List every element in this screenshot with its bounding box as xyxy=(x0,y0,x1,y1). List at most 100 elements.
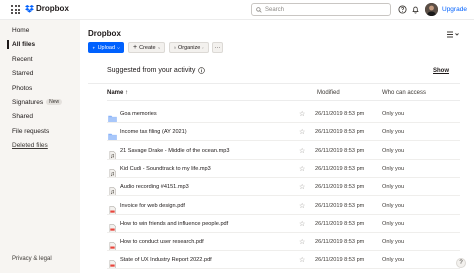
star-icon[interactable]: ☆ xyxy=(299,183,305,192)
view-options-icon[interactable] xyxy=(447,31,459,38)
file-name[interactable]: How to conduct user research.pdf xyxy=(120,239,204,245)
sidebar-item-starred[interactable]: Starred xyxy=(12,70,33,77)
file-modified: 26/11/2019 8:53 pm xyxy=(315,220,365,227)
sidebar-item-recent[interactable]: Recent xyxy=(12,56,33,63)
folder-icon xyxy=(108,110,117,123)
avatar-person-icon xyxy=(425,3,438,16)
pdf-file-icon xyxy=(108,256,117,270)
row-divider xyxy=(107,250,460,252)
create-button[interactable]: + Create xyxy=(128,42,165,53)
audio-file-icon xyxy=(108,183,117,197)
file-name[interactable]: Income tax filing (AY 2021) xyxy=(120,129,187,135)
star-icon[interactable]: ☆ xyxy=(299,128,305,137)
star-icon[interactable]: ☆ xyxy=(299,238,305,247)
help-button[interactable]: ? xyxy=(456,258,466,268)
file-access: Only you xyxy=(382,239,405,246)
search-icon xyxy=(256,6,262,13)
info-icon[interactable] xyxy=(198,67,206,74)
dropbox-logo[interactable]: Dropbox xyxy=(25,4,69,13)
file-modified: 26/11/2019 8:53 pm xyxy=(315,257,365,264)
suggested-heading: Suggested from your activity xyxy=(107,67,206,74)
star-icon[interactable]: ☆ xyxy=(299,147,305,156)
header-divider xyxy=(107,100,460,101)
dropbox-app: Dropbox Search Upgrade Home All files Re… xyxy=(0,0,474,273)
file-access: Only you xyxy=(382,129,405,136)
star-icon[interactable]: ☆ xyxy=(299,202,305,211)
file-row[interactable]: Goa memories ☆ 26/11/2019 8:53 pm Only you xyxy=(88,106,460,123)
upgrade-link[interactable]: Upgrade xyxy=(442,6,467,13)
new-badge: New xyxy=(46,99,63,105)
organize-button[interactable]: Organize xyxy=(169,42,209,53)
organize-label: Organize xyxy=(178,44,201,51)
upload-label: Upload xyxy=(97,44,116,51)
file-access: Only you xyxy=(382,111,405,117)
column-name-label: Name xyxy=(107,90,124,96)
file-access: Only you xyxy=(382,184,405,191)
row-divider xyxy=(107,158,460,160)
app-grid-icon[interactable] xyxy=(11,5,20,14)
star-icon[interactable]: ☆ xyxy=(299,110,305,119)
active-indicator xyxy=(7,40,9,49)
file-row[interactable]: State of UX Industry Report 2022.pdf ☆ 26/… xyxy=(88,252,460,270)
sidebar-item-deleted-files[interactable]: Deleted files xyxy=(12,142,48,149)
file-modified: 26/11/2019 8:53 pm xyxy=(315,239,365,246)
row-divider xyxy=(107,122,460,123)
arrow-up-icon: ↑ xyxy=(125,90,129,96)
file-name[interactable]: 21 Savage Drake - Middle of the ocean.mp… xyxy=(120,148,229,154)
file-name[interactable]: Goa memories xyxy=(120,111,157,117)
file-modified: 26/11/2019 8:53 pm xyxy=(315,165,365,172)
sidebar-item-signatures[interactable]: Signatures New xyxy=(12,99,63,106)
more-options-button[interactable]: ··· xyxy=(212,42,223,53)
row-divider xyxy=(107,231,460,233)
file-access: Only you xyxy=(382,165,405,172)
star-icon[interactable]: ☆ xyxy=(299,165,305,174)
suggested-title: Suggested from your activity xyxy=(107,67,196,74)
avatar[interactable] xyxy=(425,3,438,16)
sidebar-item-photos[interactable]: Photos xyxy=(12,85,32,92)
privacy-legal-link[interactable]: Privacy & legal xyxy=(12,256,52,262)
search-input[interactable]: Search xyxy=(251,3,391,16)
file-name[interactable]: Audio recording #4151.mp3 xyxy=(120,184,189,190)
file-modified: 26/11/2019 8:53 pm xyxy=(315,184,365,191)
file-row[interactable]: How to win friends and influence people.… xyxy=(88,216,460,233)
sidebar-item-shared[interactable]: Shared xyxy=(12,113,33,120)
file-name[interactable]: State of UX Industry Report 2022.pdf xyxy=(120,257,212,263)
column-header-who[interactable]: Who can access xyxy=(382,90,426,96)
sidebar-item-signatures-label: Signatures xyxy=(12,99,44,106)
upload-button[interactable]: Upload xyxy=(88,42,124,53)
upload-icon xyxy=(92,46,95,49)
bell-icon[interactable] xyxy=(411,5,420,14)
sidebar-item-file-requests[interactable]: File requests xyxy=(12,128,49,135)
search-placeholder: Search xyxy=(265,6,285,13)
row-divider xyxy=(107,213,460,215)
file-row[interactable]: How to conduct user research.pdf ☆ 26/11/2… xyxy=(88,234,460,252)
file-access: Only you xyxy=(382,257,405,264)
file-name[interactable]: How to win friends and influence people.… xyxy=(120,221,228,227)
file-access: Only you xyxy=(382,202,405,209)
star-icon[interactable]: ☆ xyxy=(299,256,305,265)
file-row[interactable]: Audio recording #4151.mp3 ☆ 26/11/2019 8:5… xyxy=(88,179,460,197)
file-name[interactable]: Kid Cudi - Soundtrack to my life.mp3 xyxy=(120,166,211,172)
row-divider xyxy=(107,195,460,197)
file-access: Only you xyxy=(382,147,405,154)
create-label: Create xyxy=(139,44,156,51)
help-circle-icon[interactable] xyxy=(398,5,407,14)
file-row[interactable]: 21 Savage Drake - Middle of the ocean.mp… xyxy=(88,143,460,160)
sidebar-item-all-files[interactable]: All files xyxy=(12,41,35,48)
file-name[interactable]: Invoice for web design.pdf xyxy=(120,203,185,209)
star-icon[interactable]: ☆ xyxy=(299,220,305,229)
file-row[interactable]: Kid Cudi - Soundtrack to my life.mp3 ☆ 26/… xyxy=(88,161,460,178)
show-toggle[interactable]: Show xyxy=(433,68,449,74)
logo-text: Dropbox xyxy=(36,4,69,13)
folder-icon xyxy=(108,128,117,141)
chevron-down-icon xyxy=(157,46,160,49)
column-header-modified[interactable]: Modified xyxy=(317,90,340,96)
top-bar: Dropbox Search Upgrade xyxy=(0,0,474,20)
file-row[interactable]: Invoice for web design.pdf ☆ 26/11/2019 8:… xyxy=(88,198,460,215)
row-divider xyxy=(107,176,460,178)
sidebar: Home All files Recent Starred Photos Sig… xyxy=(0,20,80,273)
column-header-name[interactable]: Name ↑ xyxy=(107,90,128,96)
pdf-file-icon xyxy=(108,238,117,251)
sidebar-item-home[interactable]: Home xyxy=(12,27,29,34)
file-row[interactable]: Income tax filing (AY 2021) ☆ 26/11/2019 8… xyxy=(88,124,460,142)
